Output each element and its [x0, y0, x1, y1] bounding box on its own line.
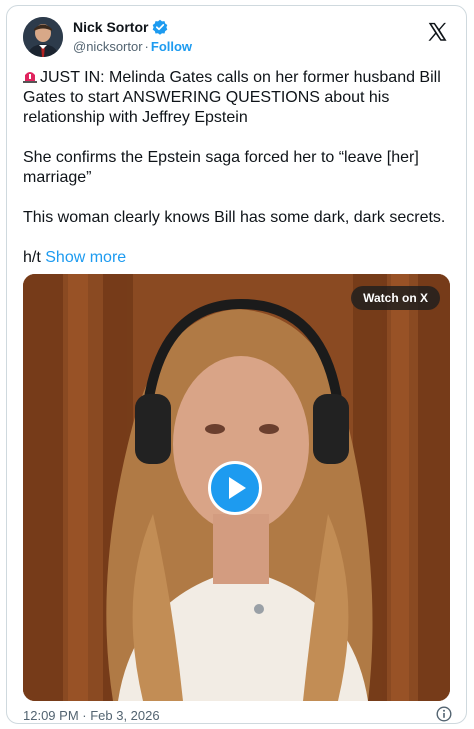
post-lead-paragraph: JUST IN: Melinda Gates calls on her form… — [23, 68, 452, 128]
post-card: Nick Sortor @nicksortor · Follow JUST IN… — [6, 5, 467, 724]
name-row: Nick Sortor — [73, 19, 168, 35]
post-text: JUST IN: Melinda Gates calls on her form… — [23, 68, 452, 288]
author-handle[interactable]: @nicksortor — [73, 39, 143, 54]
play-button[interactable] — [208, 461, 262, 515]
post-header: Nick Sortor @nicksortor · Follow — [23, 17, 452, 61]
info-icon[interactable] — [436, 706, 452, 722]
siren-icon — [23, 69, 37, 83]
separator: · — [144, 39, 149, 54]
post-timestamp[interactable]: 12:09 PM · Feb 3, 2026 — [23, 708, 160, 723]
post-lead-text: JUST IN: Melinda Gates calls on her form… — [23, 69, 441, 126]
hat-tip-text: h/t — [23, 249, 41, 266]
x-logo-icon[interactable] — [426, 21, 448, 43]
verified-badge-icon — [152, 19, 168, 35]
follow-button[interactable]: Follow — [151, 39, 192, 54]
post-paragraph-4: h/t Show more — [23, 248, 452, 268]
avatar[interactable] — [23, 17, 63, 57]
show-more-link[interactable]: Show more — [45, 249, 126, 266]
watch-on-x-badge[interactable]: Watch on X — [351, 286, 440, 310]
handle-row: @nicksortor · Follow — [73, 39, 192, 54]
post-paragraph-2: She confirms the Epstein saga forced her… — [23, 149, 419, 186]
post-paragraph-3: This woman clearly knows Bill has some d… — [23, 209, 446, 226]
play-icon — [229, 477, 246, 499]
video-player[interactable]: Watch on X — [23, 274, 450, 701]
author-name[interactable]: Nick Sortor — [73, 19, 148, 35]
